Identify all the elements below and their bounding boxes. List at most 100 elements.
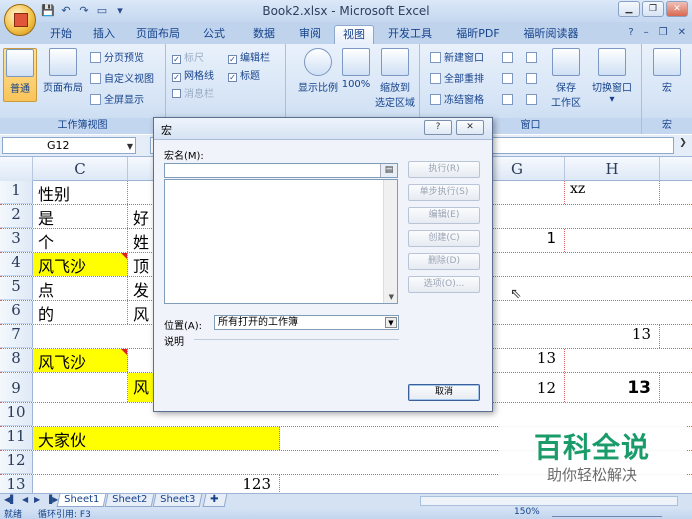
next-sheet-icon[interactable]: ▶ <box>34 495 40 504</box>
page-layout-view-button[interactable]: 页面布局 <box>40 48 86 94</box>
row-header[interactable]: 3 <box>0 229 33 252</box>
row-header[interactable]: 11 <box>0 427 33 450</box>
cell-c9[interactable] <box>33 373 128 402</box>
cell-c1[interactable]: 性别 <box>33 181 128 204</box>
collapse-dialog-icon[interactable]: ▤ <box>380 164 397 177</box>
custom-views-button[interactable]: 自定义视图 <box>90 73 154 87</box>
zoom-100-button[interactable]: 100% <box>340 48 372 90</box>
tab-insert[interactable]: 插入 <box>86 25 122 44</box>
column-header-c[interactable]: C <box>33 157 128 181</box>
tab-formulas[interactable]: 公式 <box>196 25 232 44</box>
cell-c3[interactable]: 个 <box>33 229 128 252</box>
restore-button[interactable]: ❐ <box>642 1 664 17</box>
freeze-panes-button[interactable]: 冻结窗格 <box>430 94 484 108</box>
side-by-side-icon[interactable] <box>526 52 540 66</box>
office-button[interactable] <box>4 4 36 36</box>
cell-h9[interactable]: 13 <box>565 373 660 402</box>
location-dropdown-icon[interactable]: ▼ <box>385 317 397 328</box>
row-header[interactable]: 6 <box>0 301 33 324</box>
macro-list-scrollbar[interactable]: ▼ <box>383 180 397 303</box>
row-header[interactable]: 13 <box>0 475 33 493</box>
zoom-level[interactable]: 150% <box>514 507 540 517</box>
column-header-h[interactable]: H <box>565 157 660 181</box>
row-header[interactable]: 5 <box>0 277 33 300</box>
tab-page-layout[interactable]: 页面布局 <box>128 25 188 44</box>
row-header[interactable]: 1 <box>0 181 33 204</box>
edit-button[interactable]: 编辑(E) <box>408 207 480 224</box>
first-sheet-icon[interactable]: ◀▌ <box>4 495 16 504</box>
zoom-to-selection-button[interactable]: 缩放到 选定区域 <box>372 48 418 109</box>
cell-c2[interactable]: 是 <box>33 205 128 228</box>
select-all-corner[interactable] <box>0 157 33 181</box>
dialog-close-button[interactable]: ✕ <box>456 120 484 135</box>
sheet-tab-3[interactable]: Sheet3 <box>152 494 203 507</box>
tab-view[interactable]: 视图 <box>334 25 374 44</box>
cell-d13[interactable]: 123 <box>128 475 280 493</box>
reset-position-icon[interactable] <box>526 94 540 108</box>
zoom-button[interactable]: 显示比例 <box>290 48 346 94</box>
normal-view-button[interactable]: 普通 <box>3 48 37 102</box>
step-into-button[interactable]: 单步执行(S) <box>408 184 480 201</box>
save-workspace-button[interactable]: 保存 工作区 <box>548 48 584 109</box>
row-header[interactable]: 10 <box>0 403 33 426</box>
cell-h7[interactable]: 13 <box>565 325 660 348</box>
tab-data[interactable]: 数据 <box>246 25 282 44</box>
cell-c8[interactable]: 风飞沙 <box>33 349 128 372</box>
formula-bar-checkbox[interactable]: ✓ 编辑栏 <box>228 52 270 66</box>
cancel-button[interactable]: 取消 <box>408 384 480 401</box>
horizontal-scrollbar[interactable] <box>420 496 678 506</box>
sheet-tab-1[interactable]: Sheet1 <box>56 494 107 507</box>
close-button[interactable]: ✕ <box>666 1 688 17</box>
dialog-help-button[interactable]: ? <box>424 120 452 135</box>
headings-checkbox[interactable]: ✓ 标题 <box>228 70 260 84</box>
minimize-button[interactable]: ▁ <box>618 1 640 17</box>
tab-review[interactable]: 审阅 <box>292 25 328 44</box>
row-header[interactable]: 8 <box>0 349 33 372</box>
location-select[interactable]: 所有打开的工作簿 ▼ <box>214 315 399 330</box>
gridlines-checkbox[interactable]: ✓ 网格线 <box>172 70 214 84</box>
create-button[interactable]: 创建(C) <box>408 230 480 247</box>
ruler-checkbox[interactable]: ✓ 标尺 <box>172 52 204 66</box>
name-box[interactable]: G12 ▼ <box>2 137 136 154</box>
workbook-restore-icon[interactable]: ❐ <box>659 27 668 38</box>
workbook-minimize-icon[interactable]: – <box>644 27 649 38</box>
zoom-slider[interactable] <box>552 507 662 517</box>
sheet-tab-2[interactable]: Sheet2 <box>104 494 155 507</box>
fullscreen-button[interactable]: 全屏显示 <box>90 94 144 108</box>
macros-button[interactable]: 宏 <box>650 48 684 94</box>
cell-c11[interactable]: 大家伙 <box>33 427 280 450</box>
cell-c6[interactable]: 的 <box>33 301 128 324</box>
switch-windows-button[interactable]: 切换窗口 ▾ <box>586 48 638 105</box>
help-icon[interactable]: ? <box>628 27 633 38</box>
tab-developer[interactable]: 开发工具 <box>384 25 436 44</box>
cell-h1[interactable]: xz <box>565 181 660 204</box>
macro-list[interactable]: ▼ <box>164 179 398 304</box>
dialog-title-bar[interactable]: 宏 ? ✕ <box>154 118 492 140</box>
insert-sheet-button[interactable]: ✚ <box>202 494 228 507</box>
page-break-preview-button[interactable]: 分页预览 <box>90 52 144 66</box>
options-button[interactable]: 选项(O)... <box>408 276 480 293</box>
macro-name-input[interactable] <box>164 163 398 178</box>
tab-home[interactable]: 开始 <box>42 25 80 44</box>
name-box-dropdown-icon[interactable]: ▼ <box>127 139 133 154</box>
scroll-down-icon[interactable]: ▼ <box>389 293 394 301</box>
tab-foxit-reader[interactable]: 福昕阅读器 <box>516 25 586 44</box>
row-header[interactable]: 4 <box>0 253 33 276</box>
cell-c4[interactable]: 风飞沙 <box>33 253 128 276</box>
delete-button[interactable]: 删除(D) <box>408 253 480 270</box>
workbook-close-icon[interactable]: ✕ <box>678 27 686 38</box>
prev-sheet-icon[interactable]: ◀ <box>22 495 28 504</box>
hide-icon[interactable] <box>502 73 516 87</box>
sync-scroll-icon[interactable] <box>526 73 540 87</box>
tab-foxit-pdf[interactable]: 福昕PDF <box>450 25 506 44</box>
split-icon[interactable] <box>502 52 516 66</box>
row-header[interactable]: 2 <box>0 205 33 228</box>
run-button[interactable]: 执行(R) <box>408 161 480 178</box>
row-header[interactable]: 7 <box>0 325 33 348</box>
cell-c5[interactable]: 点 <box>33 277 128 300</box>
new-window-button[interactable]: 新建窗口 <box>430 52 484 66</box>
row-header[interactable]: 9 <box>0 373 33 402</box>
arrange-all-button[interactable]: 全部重排 <box>430 73 484 87</box>
row-header[interactable]: 12 <box>0 451 33 474</box>
message-bar-checkbox[interactable]: 消息栏 <box>172 88 214 102</box>
